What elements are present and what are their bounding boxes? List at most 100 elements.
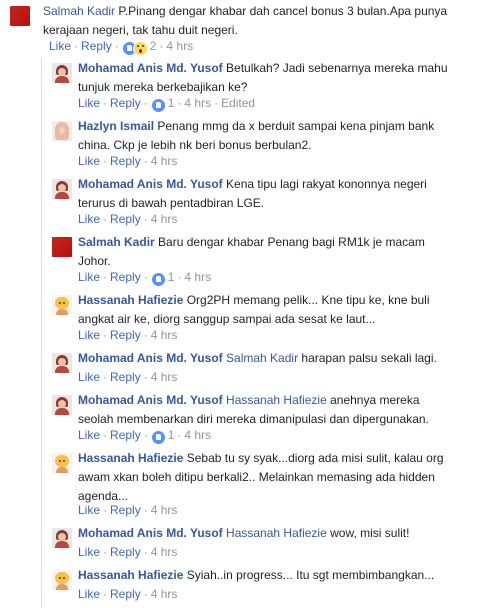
like-button[interactable]: Like: [78, 154, 100, 168]
avatar[interactable]: [52, 237, 72, 257]
like-button[interactable]: Like: [78, 96, 100, 110]
author-name[interactable]: Mohamad Anis Md. Yusof: [78, 177, 223, 191]
reply-button[interactable]: Reply: [110, 212, 141, 226]
comment-text: angkat air ke, diorg sanggup sampai ada …: [78, 312, 376, 326]
like-icon: [150, 98, 166, 113]
comment-text: Syiah..in progress... Itu sgt membimbang…: [183, 568, 435, 582]
reply-button[interactable]: Reply: [110, 270, 141, 284]
timestamp[interactable]: 4 hrs: [151, 328, 178, 342]
reaction-summary[interactable]: [121, 41, 148, 56]
mention-tag[interactable]: Hassanah Hafiezie: [226, 393, 327, 407]
comment-actions: Like · Reply · 4 hrs: [78, 154, 178, 168]
comment-text: kerajaan negeri, tak tahu duit negeri.: [43, 23, 238, 37]
mention-tag[interactable]: Salmah Kadir: [226, 351, 298, 365]
author-name[interactable]: Mohamad Anis Md. Yusof: [78, 393, 223, 407]
author-name[interactable]: Hassanah Hafiezie: [78, 293, 183, 307]
comment-actions: Like · Reply · 4 hrs: [78, 370, 178, 384]
author-name[interactable]: Hassanah Hafiezie: [78, 451, 183, 465]
comment-text: Penang mmg da x berduit sampai kena pinj…: [154, 119, 435, 133]
comment-actions: Like · Reply · 1 · 4 hrs · Edited: [78, 95, 255, 113]
reply-button[interactable]: Reply: [110, 370, 141, 384]
timestamp[interactable]: 4 hrs: [151, 370, 178, 384]
author-name[interactable]: Hazlyn Ismail: [78, 119, 154, 133]
comment-text: Kena tipu lagi rakyat kononnya negeri: [222, 177, 427, 191]
timestamp[interactable]: 4 hrs: [151, 212, 178, 226]
wow-icon: [132, 41, 148, 56]
avatar[interactable]: [52, 295, 72, 315]
avatar[interactable]: [52, 353, 72, 373]
avatar[interactable]: [52, 63, 72, 83]
timestamp[interactable]: 4 hrs: [151, 503, 178, 517]
comment-text: china. Ckp je lebih nk beri bonus berbul…: [78, 138, 312, 152]
comment-text: Baru dengar khabar Penang bagi RM1k je m…: [154, 235, 425, 249]
like-icon: [150, 430, 166, 445]
like-button[interactable]: Like: [49, 39, 71, 53]
reply-button[interactable]: Reply: [110, 587, 141, 601]
comment-text: tunjuk mereka berkebajikan ke?: [78, 80, 248, 94]
comment-text: wow, misi sulit!: [326, 526, 410, 540]
like-button[interactable]: Like: [78, 503, 100, 517]
reaction-summary[interactable]: [150, 430, 166, 445]
reply-button[interactable]: Reply: [110, 328, 141, 342]
timestamp[interactable]: 4 hrs: [184, 428, 211, 442]
comment-body: Salmah Kadir Baru dengar khabar Penang b…: [78, 233, 425, 271]
comment-body: Hazlyn Ismail Penang mmg da x berduit sa…: [78, 117, 434, 155]
comment-actions: Like · Reply · 4 hrs: [78, 212, 178, 226]
author-name[interactable]: Mohamad Anis Md. Yusof: [78, 61, 223, 75]
comment-body: Salmah Kadir P.Pinang dengar khabar dah …: [43, 2, 447, 40]
reaction-summary[interactable]: [150, 272, 166, 287]
reply-button[interactable]: Reply: [110, 154, 141, 168]
like-button[interactable]: Like: [78, 328, 100, 342]
comment-body: Mohamad Anis Md. Yusof Salmah Kadir hara…: [78, 349, 437, 368]
timestamp[interactable]: 4 hrs: [151, 587, 178, 601]
comment-body: Mohamad Anis Md. Yusof Hassanah Hafiezie…: [78, 524, 409, 543]
comment-actions: Like · Reply · 2 · 4 hrs: [49, 38, 193, 56]
like-button[interactable]: Like: [78, 587, 100, 601]
comment-body: Mohamad Anis Md. Yusof Hassanah Hafiezie…: [78, 391, 429, 429]
avatar[interactable]: [52, 179, 72, 199]
comment-text: Sebab tu sy syak...diorg ada misi sulit,…: [183, 451, 444, 465]
timestamp[interactable]: 4 hrs: [151, 154, 178, 168]
author-name[interactable]: Salmah Kadir: [78, 235, 155, 249]
like-button[interactable]: Like: [78, 370, 100, 384]
avatar[interactable]: [52, 453, 72, 473]
edited-label[interactable]: Edited: [221, 96, 255, 110]
comment-text: anehnya mereka: [326, 393, 420, 407]
like-button[interactable]: Like: [78, 212, 100, 226]
reply-button[interactable]: Reply: [110, 503, 141, 517]
avatar[interactable]: [52, 121, 72, 141]
avatar[interactable]: [52, 395, 72, 415]
like-button[interactable]: Like: [78, 270, 100, 284]
comment-text: harapan palsu sekali lagi.: [298, 351, 437, 365]
like-icon: [150, 272, 166, 287]
timestamp[interactable]: 4 hrs: [151, 545, 178, 559]
timestamp[interactable]: 4 hrs: [184, 96, 211, 110]
author-name[interactable]: Salmah Kadir: [43, 4, 115, 18]
avatar[interactable]: [10, 6, 30, 26]
comment-actions: Like · Reply · 4 hrs: [78, 503, 178, 517]
timestamp[interactable]: 4 hrs: [166, 39, 193, 53]
author-name[interactable]: Mohamad Anis Md. Yusof: [78, 351, 223, 365]
comment-text: P.Pinang dengar khabar dah cancel bonus …: [118, 4, 448, 18]
comment-body: Hassanah Hafiezie Org2PH memang pelik...…: [78, 291, 430, 329]
reply-button[interactable]: Reply: [110, 428, 141, 442]
like-button[interactable]: Like: [78, 545, 100, 559]
comment-body: Mohamad Anis Md. Yusof Kena tipu lagi ra…: [78, 175, 427, 213]
timestamp[interactable]: 4 hrs: [184, 270, 211, 284]
reply-button[interactable]: Reply: [81, 39, 112, 53]
reply-thread-line: [41, 58, 42, 608]
comment-body: Hassanah Hafiezie Sebab tu sy syak...dio…: [78, 449, 444, 506]
avatar[interactable]: [52, 570, 72, 590]
reaction-summary[interactable]: [150, 98, 166, 113]
reply-button[interactable]: Reply: [110, 96, 141, 110]
comment-actions: Like · Reply · 4 hrs: [78, 328, 178, 342]
author-name[interactable]: Hassanah Hafiezie: [78, 568, 183, 582]
comment-text: Org2PH memang pelik... Kne tipu ke, kne …: [183, 293, 430, 307]
reply-button[interactable]: Reply: [110, 545, 141, 559]
like-button[interactable]: Like: [78, 428, 100, 442]
comment-text: seolah membenarkan diri mereka dimanipul…: [78, 412, 429, 426]
author-name[interactable]: Mohamad Anis Md. Yusof: [78, 526, 223, 540]
comment-body: Hassanah Hafiezie Syiah..in progress... …: [78, 566, 434, 585]
mention-tag[interactable]: Hassanah Hafiezie: [226, 526, 327, 540]
avatar[interactable]: [52, 528, 72, 548]
